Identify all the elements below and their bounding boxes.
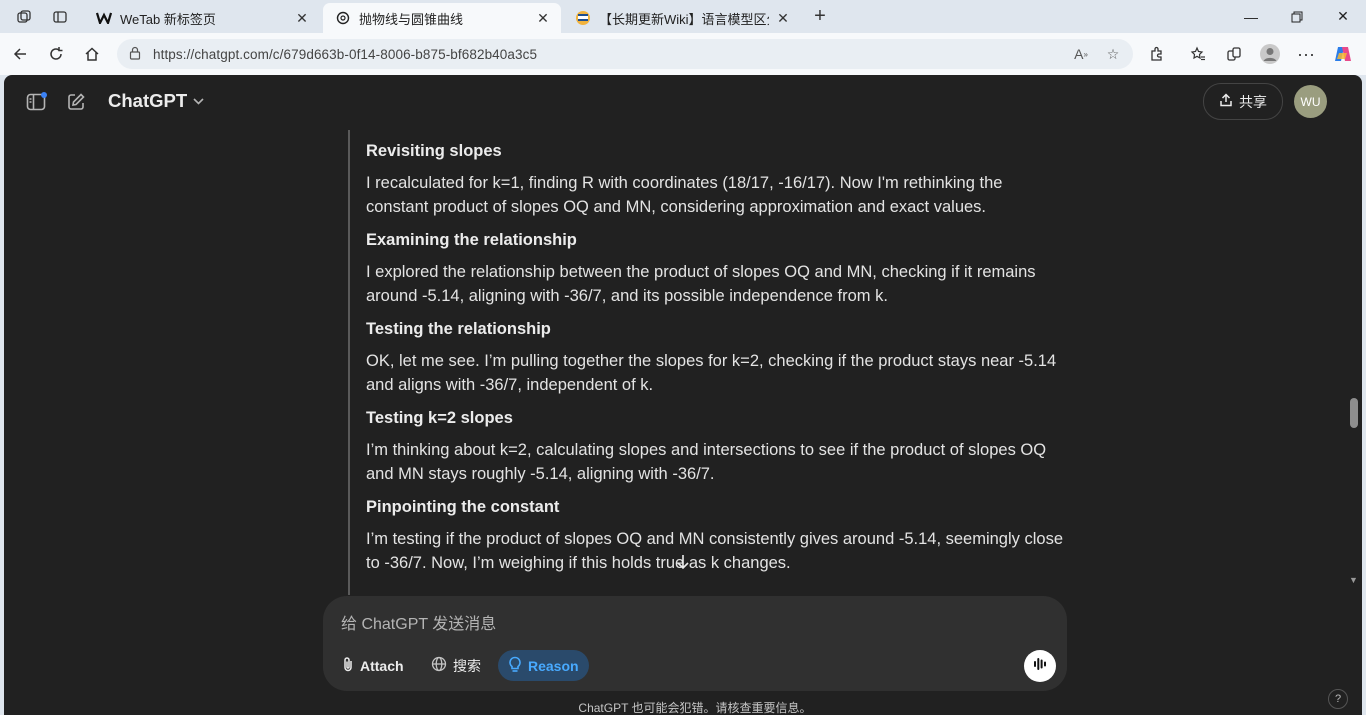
sidebar-toggle-icon[interactable] <box>25 91 49 113</box>
step-text: I recalculated for k=1, finding R with c… <box>366 174 1003 216</box>
scrollbar-thumb[interactable] <box>1350 398 1358 428</box>
browser-tabstrip: WeTab 新标签页 ✕ 抛物线与圆锥曲线 ✕ 【长期更新Wiki】语言模型区分… <box>0 0 1366 33</box>
paperclip-icon <box>342 656 354 675</box>
close-icon[interactable]: ✕ <box>294 10 310 27</box>
step-title: Revisiting slopes <box>366 142 502 160</box>
minimize-icon[interactable]: — <box>1228 0 1274 33</box>
share-label: 共享 <box>1239 93 1267 110</box>
share-icon <box>1219 93 1233 110</box>
scroll-down-arrow-icon[interactable]: ▼ <box>1349 575 1358 585</box>
workspaces-icon[interactable] <box>10 4 38 30</box>
copilot-icon[interactable] <box>1328 40 1358 68</box>
help-button[interactable]: ? <box>1328 689 1348 709</box>
lock-icon[interactable] <box>129 46 145 63</box>
reason-label: Reason <box>528 657 579 674</box>
new-tab-icon[interactable]: + <box>808 4 832 28</box>
message-composer[interactable]: 给 ChatGPT 发送消息 Attach 搜索 Reason <box>323 596 1067 691</box>
step-text: I’m thinking about k=2, calculating slop… <box>366 441 1047 483</box>
tab-wetab[interactable]: WeTab 新标签页 ✕ <box>84 3 320 33</box>
message-input[interactable]: 给 ChatGPT 发送消息 <box>341 610 496 634</box>
step-title: Examining the relationship <box>366 231 577 249</box>
address-bar[interactable]: https://chatgpt.com/c/679d663b-0f14-8006… <box>117 39 1133 69</box>
chevron-down-icon <box>193 96 204 108</box>
tab-title: WeTab 新标签页 <box>120 11 216 27</box>
more-options-icon[interactable]: ··· <box>1291 40 1321 68</box>
step-text: I’m testing if the product of slopes OQ … <box>366 530 1064 572</box>
step-title: Testing the relationship <box>366 320 551 338</box>
step-text: OK, let me see. I’m pulling together the… <box>366 352 1057 394</box>
step-title: Pinpointing the constant <box>366 498 560 516</box>
wiki-icon <box>575 10 591 26</box>
profile-icon[interactable] <box>1255 40 1285 68</box>
brand-title: ChatGPT <box>108 90 188 111</box>
reason-button[interactable]: Reason <box>498 650 589 681</box>
chatgpt-icon <box>335 10 351 26</box>
lightbulb-icon <box>508 656 522 676</box>
disclaimer-text: ChatGPT 也可能会犯错。请核查重要信息。 <box>578 701 812 715</box>
reload-icon[interactable] <box>41 40 71 68</box>
scrollbar[interactable] <box>1348 135 1360 590</box>
close-icon[interactable]: ✕ <box>775 10 791 27</box>
wetab-icon <box>96 10 112 26</box>
globe-icon <box>431 656 447 675</box>
reasoning-step: Pinpointing the constant I’m testing if … <box>366 496 1068 575</box>
voice-waveform-icon <box>1032 656 1048 677</box>
restore-icon[interactable] <box>1274 0 1320 33</box>
tab-title: 抛物线与圆锥曲线 <box>359 11 464 27</box>
tab-wiki[interactable]: 【长期更新Wiki】语言模型区分是 ✕ <box>563 3 801 33</box>
tab-title: 【长期更新Wiki】语言模型区分是 <box>599 11 769 27</box>
scroll-to-bottom-icon[interactable] <box>668 547 698 577</box>
reasoning-step: Examining the relationship I explored th… <box>366 229 1068 308</box>
model-selector[interactable]: ChatGPT <box>108 90 204 112</box>
voice-mode-button[interactable] <box>1024 650 1056 682</box>
new-chat-icon[interactable] <box>64 91 88 113</box>
step-title: Testing k=2 slopes <box>366 409 513 427</box>
avatar[interactable]: WU <box>1294 85 1327 118</box>
reasoning-step: Testing the relationship OK, let me see.… <box>366 318 1068 397</box>
search-button[interactable]: 搜索 <box>421 650 491 681</box>
extensions-icon[interactable] <box>1142 40 1172 68</box>
attach-label: Attach <box>360 657 404 674</box>
back-icon[interactable] <box>5 40 35 68</box>
tab-actions-icon[interactable] <box>46 4 74 30</box>
collections-icon[interactable] <box>1219 40 1249 68</box>
url-text: https://chatgpt.com/c/679d663b-0f14-8006… <box>153 46 538 62</box>
tab-parabola[interactable]: 抛物线与圆锥曲线 ✕ <box>323 3 561 33</box>
reasoning-step: Revisiting slopes I recalculated for k=1… <box>366 140 1068 219</box>
home-icon[interactable] <box>77 40 107 68</box>
reasoning-step: Testing k=2 slopes I’m thinking about k=… <box>366 407 1068 486</box>
favorites-icon[interactable] <box>1183 40 1213 68</box>
close-icon[interactable]: ✕ <box>535 10 551 27</box>
browser-navbar: https://chatgpt.com/c/679d663b-0f14-8006… <box>0 33 1366 75</box>
share-button[interactable]: 共享 <box>1203 83 1283 120</box>
chatgpt-app: ChatGPT 共享 WU Revisiting slopes I recalc… <box>4 75 1362 715</box>
search-label: 搜索 <box>453 657 481 674</box>
attach-button[interactable]: Attach <box>332 650 414 681</box>
favorite-star-icon[interactable]: ☆ <box>1099 39 1127 69</box>
read-aloud-icon[interactable]: A» <box>1067 39 1095 69</box>
reasoning-panel: Revisiting slopes I recalculated for k=1… <box>348 130 1068 595</box>
step-text: I explored the relationship between the … <box>366 263 1036 305</box>
window-close-icon[interactable]: ✕ <box>1320 0 1366 33</box>
